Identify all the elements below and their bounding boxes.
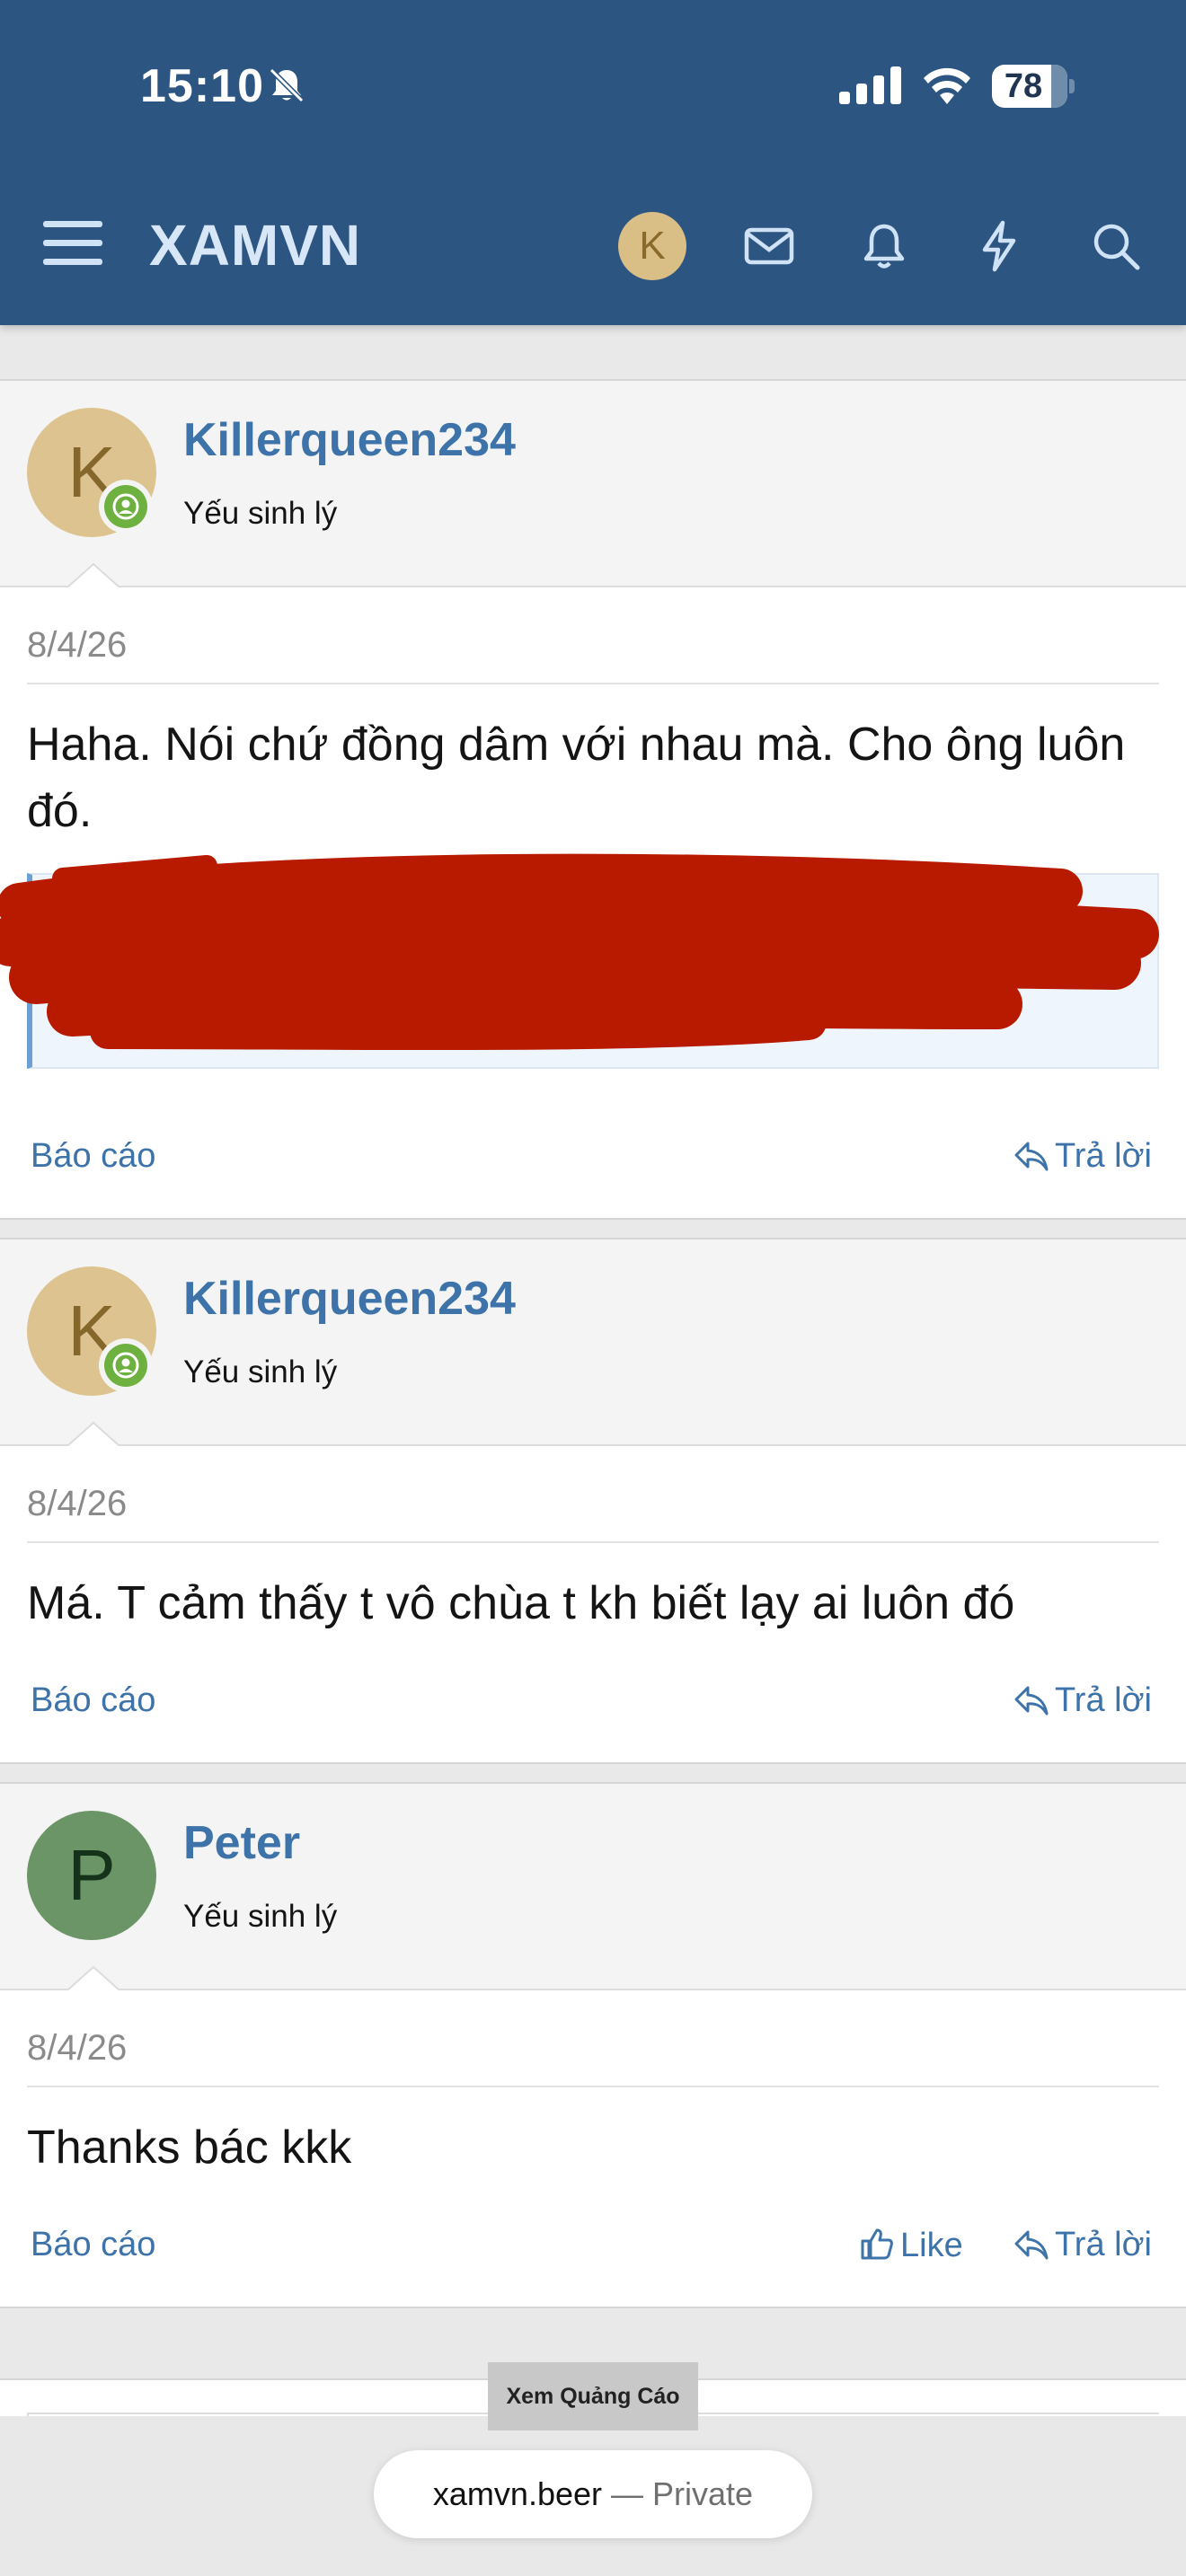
reply-label: Trả lời — [1055, 1137, 1152, 1175]
silent-mode-icon — [269, 67, 305, 103]
post-2: K Killerqueen234 Yếu sinh lý 8/4/26 Má. … — [0, 1238, 1186, 1764]
reply-icon — [1014, 2230, 1049, 2260]
user-title: Yếu sinh lý — [183, 1899, 338, 1934]
online-status-badge — [99, 480, 153, 534]
battery-level: 78 — [1004, 67, 1043, 105]
wifi-icon — [924, 67, 970, 104]
menu-icon[interactable] — [43, 219, 102, 268]
site-logo[interactable]: XAMVN — [149, 212, 361, 278]
top-header: 15:10 78 XAMVN K — [0, 0, 1186, 325]
divider — [27, 683, 1159, 684]
reply-button[interactable]: Trả lời — [1013, 2226, 1152, 2264]
reply-icon — [1014, 1686, 1049, 1716]
reply-button[interactable]: Trả lời — [1013, 1137, 1152, 1176]
post-user-info: K Killerqueen234 Yếu sinh lý — [0, 1239, 1186, 1446]
like-button[interactable]: Like — [859, 2226, 963, 2265]
user-icon — [112, 1352, 139, 1379]
status-time: 15:10 — [140, 60, 264, 112]
battery-icon: 78 — [992, 65, 1075, 108]
report-link[interactable]: Báo cáo — [31, 1681, 155, 1720]
divider — [27, 1541, 1159, 1543]
bell-icon[interactable] — [857, 219, 911, 273]
private-mode-label: Private — [652, 2475, 754, 2512]
redaction-scribble — [0, 853, 1159, 1051]
pointer-arrow — [68, 1965, 119, 1990]
pointer-arrow — [68, 1421, 119, 1446]
user-title: Yếu sinh lý — [183, 496, 338, 531]
ad-button[interactable]: Xem Quảng Cáo — [488, 2362, 698, 2430]
online-status-badge — [99, 1338, 153, 1392]
post-1: K Killerqueen234 Yếu sinh lý 8/4/26 Haha… — [0, 379, 1186, 1220]
username[interactable]: Killerqueen234 — [183, 413, 516, 467]
post-date[interactable]: 8/4/26 — [27, 1484, 127, 1524]
reply-button[interactable]: Trả lời — [1013, 1681, 1152, 1720]
url-separator: — — [611, 2475, 653, 2512]
like-label: Like — [900, 2227, 963, 2264]
url-domain: xamvn.beer — [432, 2475, 602, 2512]
lightning-icon[interactable] — [972, 219, 1026, 273]
post-user-info: P Peter Yếu sinh lý — [0, 1784, 1186, 1990]
post-content: Thanks bác kkk — [27, 2122, 352, 2174]
post-date[interactable]: 8/4/26 — [27, 625, 127, 666]
user-icon — [112, 493, 139, 520]
reply-icon — [1014, 1142, 1049, 1171]
post-3: P Peter Yếu sinh lý 8/4/26 Thanks bác kk… — [0, 1782, 1186, 2308]
username[interactable]: Peter — [183, 1816, 300, 1870]
report-link[interactable]: Báo cáo — [31, 1137, 155, 1176]
search-icon[interactable] — [1089, 219, 1143, 273]
report-link[interactable]: Báo cáo — [31, 2226, 155, 2264]
address-bar[interactable]: xamvn.beer — Private — [374, 2450, 812, 2538]
avatar[interactable]: P — [27, 1811, 156, 1940]
reply-label: Trả lời — [1055, 2226, 1152, 2263]
pointer-arrow — [68, 562, 119, 587]
divider — [27, 2086, 1159, 2087]
user-title: Yếu sinh lý — [183, 1354, 338, 1389]
thumbs-up-icon — [861, 2228, 893, 2260]
post-date[interactable]: 8/4/26 — [27, 2028, 127, 2069]
post-user-info: K Killerqueen234 Yếu sinh lý — [0, 381, 1186, 587]
post-content: Má. T cảm thấy t vô chùa t kh biết lạy a… — [27, 1577, 1015, 1629]
cellular-signal-icon — [839, 66, 901, 104]
mail-icon[interactable] — [742, 219, 796, 273]
post-content: Haha. Nói chứ đồng dâm với nhau mà. Cho … — [27, 719, 1126, 837]
account-avatar[interactable]: K — [618, 212, 686, 280]
username[interactable]: Killerqueen234 — [183, 1272, 516, 1326]
reply-label: Trả lời — [1055, 1681, 1152, 1719]
